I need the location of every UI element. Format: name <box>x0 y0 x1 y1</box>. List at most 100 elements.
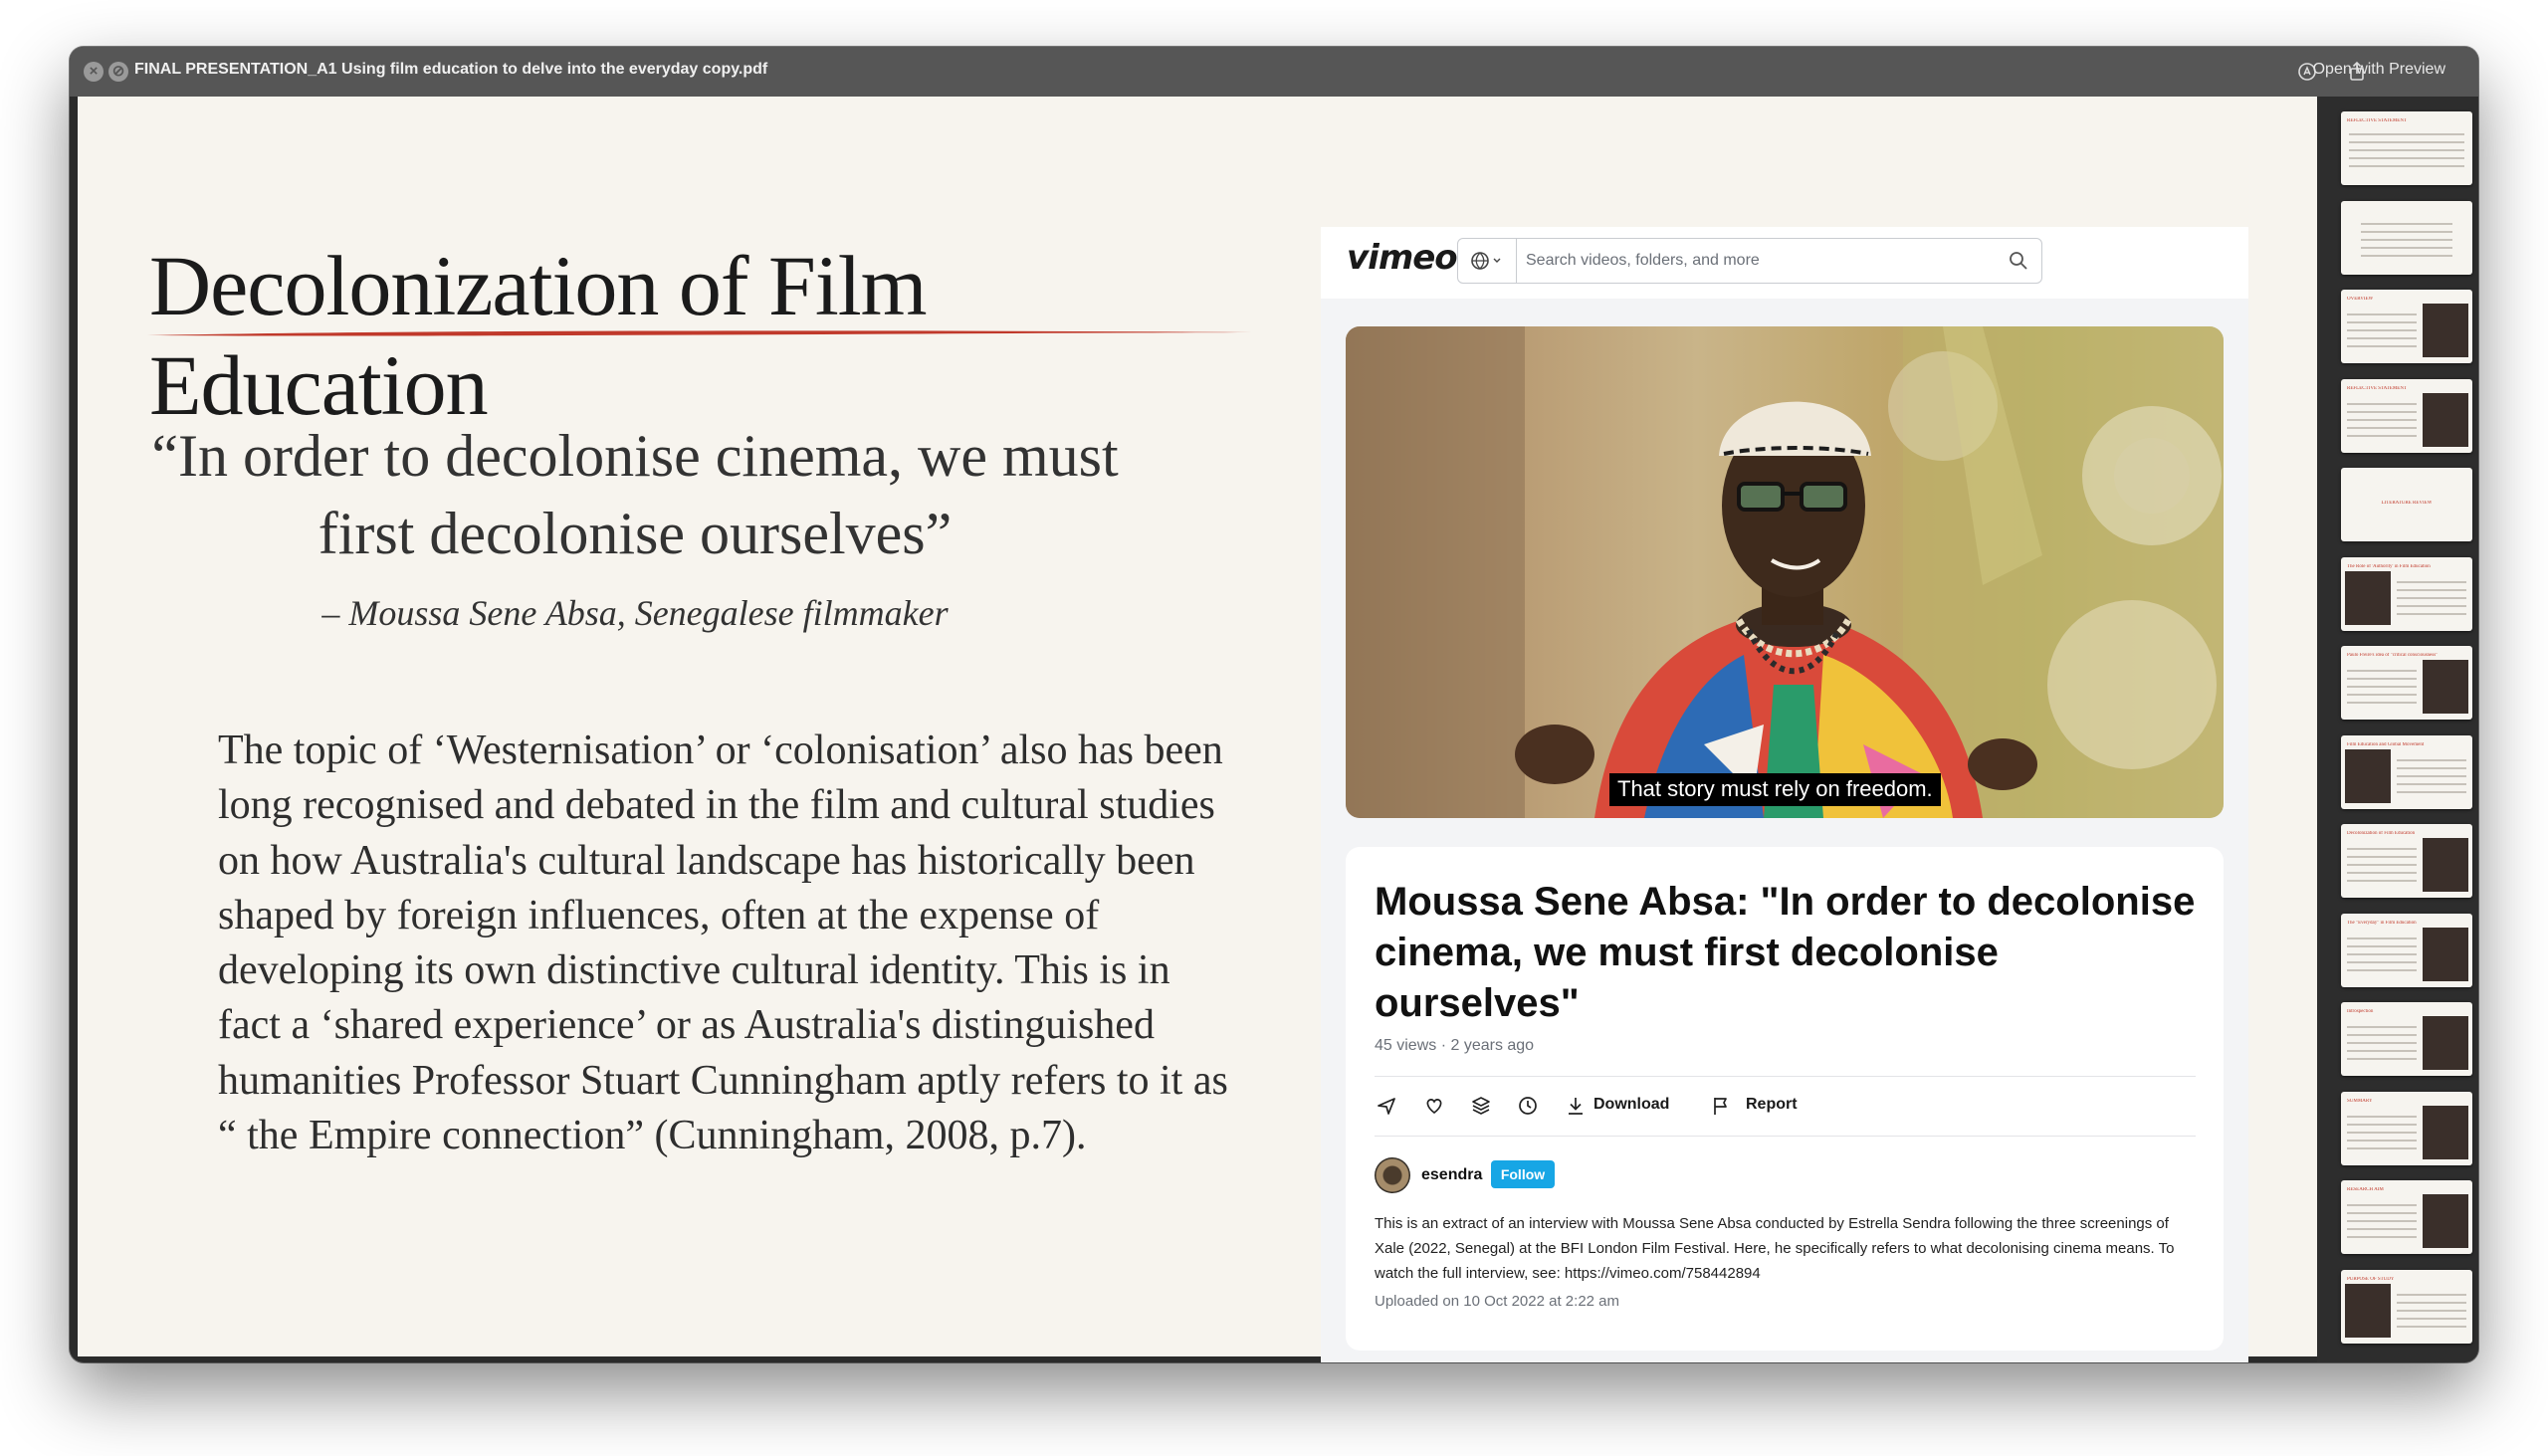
thumbnail-image <box>2423 1194 2468 1248</box>
report-button[interactable]: Report <box>1746 1096 1798 1114</box>
thumbnail-text-line <box>2397 1317 2466 1320</box>
vimeo-logo[interactable]: vimeo <box>1347 238 1458 278</box>
thumbnail-text-line <box>2347 952 2417 955</box>
slide-thumbnail[interactable]: SUMMARY <box>2341 1091 2472 1165</box>
thumbnail-sidebar[interactable]: REFLECTIVE STATEMENT OVERVIEW REFLECTIVE S… <box>2317 97 2478 1362</box>
search-input[interactable] <box>1524 245 1996 277</box>
thumbnail-text-line <box>2347 694 2417 696</box>
slide-thumbnail[interactable]: Paulo Freire's idea of "critical conscio… <box>2341 646 2472 720</box>
thumbnail-text-line <box>2347 944 2417 947</box>
video-title: Moussa Sene Absa: "In order to decolonis… <box>1375 880 2196 1025</box>
thumbnail-text-line <box>2347 337 2417 339</box>
thumbnail-text-line <box>2347 1042 2417 1044</box>
slide-thumbnail[interactable]: The "Everyday" in Film Education <box>2341 913 2472 987</box>
thumbnail-text-line <box>2347 1131 2417 1134</box>
author-name[interactable]: esendra <box>1421 1166 1482 1184</box>
slide-thumbnail[interactable]: REFLECTIVE STATEMENT <box>2341 111 2472 185</box>
thumbnail-title: The "Everyday" in Film Education <box>2347 920 2417 926</box>
video-meta: 45 views · 2 years ago <box>1375 1037 1535 1054</box>
video-description: This is an extract of an interview with … <box>1375 1215 2175 1282</box>
window-title: FINAL PRESENTATION_A1 Using film educati… <box>134 61 768 78</box>
slide-thumbnail[interactable]: The Role of 'Authority' in Film Educatio… <box>2341 556 2472 631</box>
slide-thumbnail[interactable]: LITERATURE REVIEW <box>2341 468 2472 541</box>
slide-body-text: The topic of ‘Westernisation’ or ‘coloni… <box>218 728 1228 1159</box>
thumbnail-text-line <box>2347 1204 2417 1206</box>
slide-thumbnail[interactable]: REFLECTIVE STATEMENT <box>2341 378 2472 453</box>
thumbnail-text-line <box>2347 418 2417 421</box>
thumbnail-title: The Role of 'Authority' in Film Educatio… <box>2347 563 2431 569</box>
thumbnail-image <box>2423 1016 2468 1070</box>
slide-quote: “In order to decolonise cinema, we must … <box>151 423 1119 566</box>
thumbnail-image <box>2423 660 2468 714</box>
thumbnail-title: REFLECTIVE STATEMENT <box>2347 385 2408 391</box>
thumbnail-title: REFLECTIVE STATEMENT <box>2347 118 2408 123</box>
vimeo-screenshot: vimeo Search videos, folders, and more T… <box>1321 227 2248 1362</box>
thumbnail-text-line <box>2347 702 2417 704</box>
slide-thumbnail[interactable]: OVERVIEW <box>2341 290 2472 363</box>
thumbnail-text-line <box>2347 313 2417 315</box>
thumbnail-text-line <box>2347 864 2417 866</box>
thumbnail-text-line <box>2347 329 2417 331</box>
thumbnail-image <box>2423 392 2468 447</box>
thumbnail-image <box>2423 927 2468 981</box>
thumbnail-text-line <box>2349 157 2464 159</box>
slide-thumbnail[interactable]: Introspection <box>2341 1002 2472 1076</box>
presentation-slide: Decolonization of Film Education “In ord… <box>78 97 2317 1362</box>
thumbnail-text-line <box>2361 238 2452 241</box>
thumbnail-text-line <box>2397 588 2466 591</box>
heart-icon[interactable] <box>1422 1094 1446 1118</box>
collections-icon[interactable] <box>1469 1094 1493 1118</box>
download-button[interactable]: Download <box>1593 1096 1669 1114</box>
thumbnail-text-line <box>2347 426 2417 429</box>
thumbnail-text-line <box>2347 434 2417 437</box>
thumbnail-text-line <box>2347 1220 2417 1222</box>
thumbnail-text-line <box>2347 1228 2417 1230</box>
thumbnail-image <box>2423 304 2468 357</box>
download-icon[interactable] <box>1564 1094 1588 1118</box>
video-frame <box>1346 326 2224 818</box>
thumbnail-text-line <box>2347 410 2417 413</box>
slide-thumbnail[interactable]: RESEARCH AIM <box>2341 1180 2472 1254</box>
thumbnail-text-line <box>2397 774 2466 777</box>
slide-thumbnail[interactable]: Decolonization of Film Education <box>2341 824 2472 898</box>
close-button[interactable]: × <box>84 62 104 82</box>
thumbnail-text-line <box>2347 402 2417 405</box>
share-icon[interactable] <box>1375 1094 1398 1118</box>
slide-thumbnail[interactable] <box>2341 200 2472 275</box>
thumbnail-text-line <box>2361 254 2452 257</box>
heading-underline <box>147 330 1252 336</box>
thumbnail-text-line <box>2347 1058 2417 1060</box>
slide-thumbnail[interactable]: Film Education and Global Movement <box>2341 734 2472 809</box>
thumbnail-image <box>2423 1105 2468 1159</box>
thumbnail-text-line <box>2361 230 2452 233</box>
thumbnail-text-line <box>2347 856 2417 858</box>
thumbnail-title: OVERVIEW <box>2347 297 2374 302</box>
thumbnail-text-line <box>2347 1236 2417 1238</box>
video-subtitle: That story must rely on freedom. <box>1609 773 1941 806</box>
thumbnail-title: RESEARCH AIM <box>2347 1187 2384 1192</box>
thumbnail-title: Introspection <box>2347 1009 2374 1014</box>
thumbnail-title: PURPOSE OF STUDY <box>2347 1276 2395 1282</box>
thumbnail-text-line <box>2397 596 2466 599</box>
globe-icon[interactable] <box>1458 239 1517 283</box>
watch-later-icon[interactable] <box>1516 1094 1540 1118</box>
thumbnail-text-line <box>2347 686 2417 688</box>
thumbnail-text-line <box>2361 246 2452 249</box>
follow-button[interactable]: Follow <box>1491 1160 1555 1188</box>
thumbnail-text-line <box>2361 222 2452 225</box>
thumbnail-title: SUMMARY <box>2347 1098 2373 1104</box>
open-with-preview-button[interactable]: Open with Preview <box>2313 61 2445 79</box>
zoom-button[interactable]: ⊘ <box>108 62 128 82</box>
flag-icon[interactable] <box>1709 1094 1733 1118</box>
thumbnail-text-line <box>2397 580 2466 583</box>
search-icon[interactable] <box>2008 250 2029 277</box>
thumbnail-text-line <box>2347 1139 2417 1142</box>
thumbnail-text-line <box>2349 141 2464 143</box>
thumbnail-text-line <box>2347 880 2417 882</box>
divider <box>1375 1136 2196 1137</box>
slide-thumbnail[interactable]: PURPOSE OF STUDY <box>2341 1269 2472 1344</box>
avatar[interactable] <box>1375 1157 1410 1193</box>
video-player[interactable]: That story must rely on freedom. <box>1346 326 2224 818</box>
vimeo-header: vimeo <box>1321 227 2248 299</box>
thumbnail-text-line <box>2347 1034 2417 1036</box>
